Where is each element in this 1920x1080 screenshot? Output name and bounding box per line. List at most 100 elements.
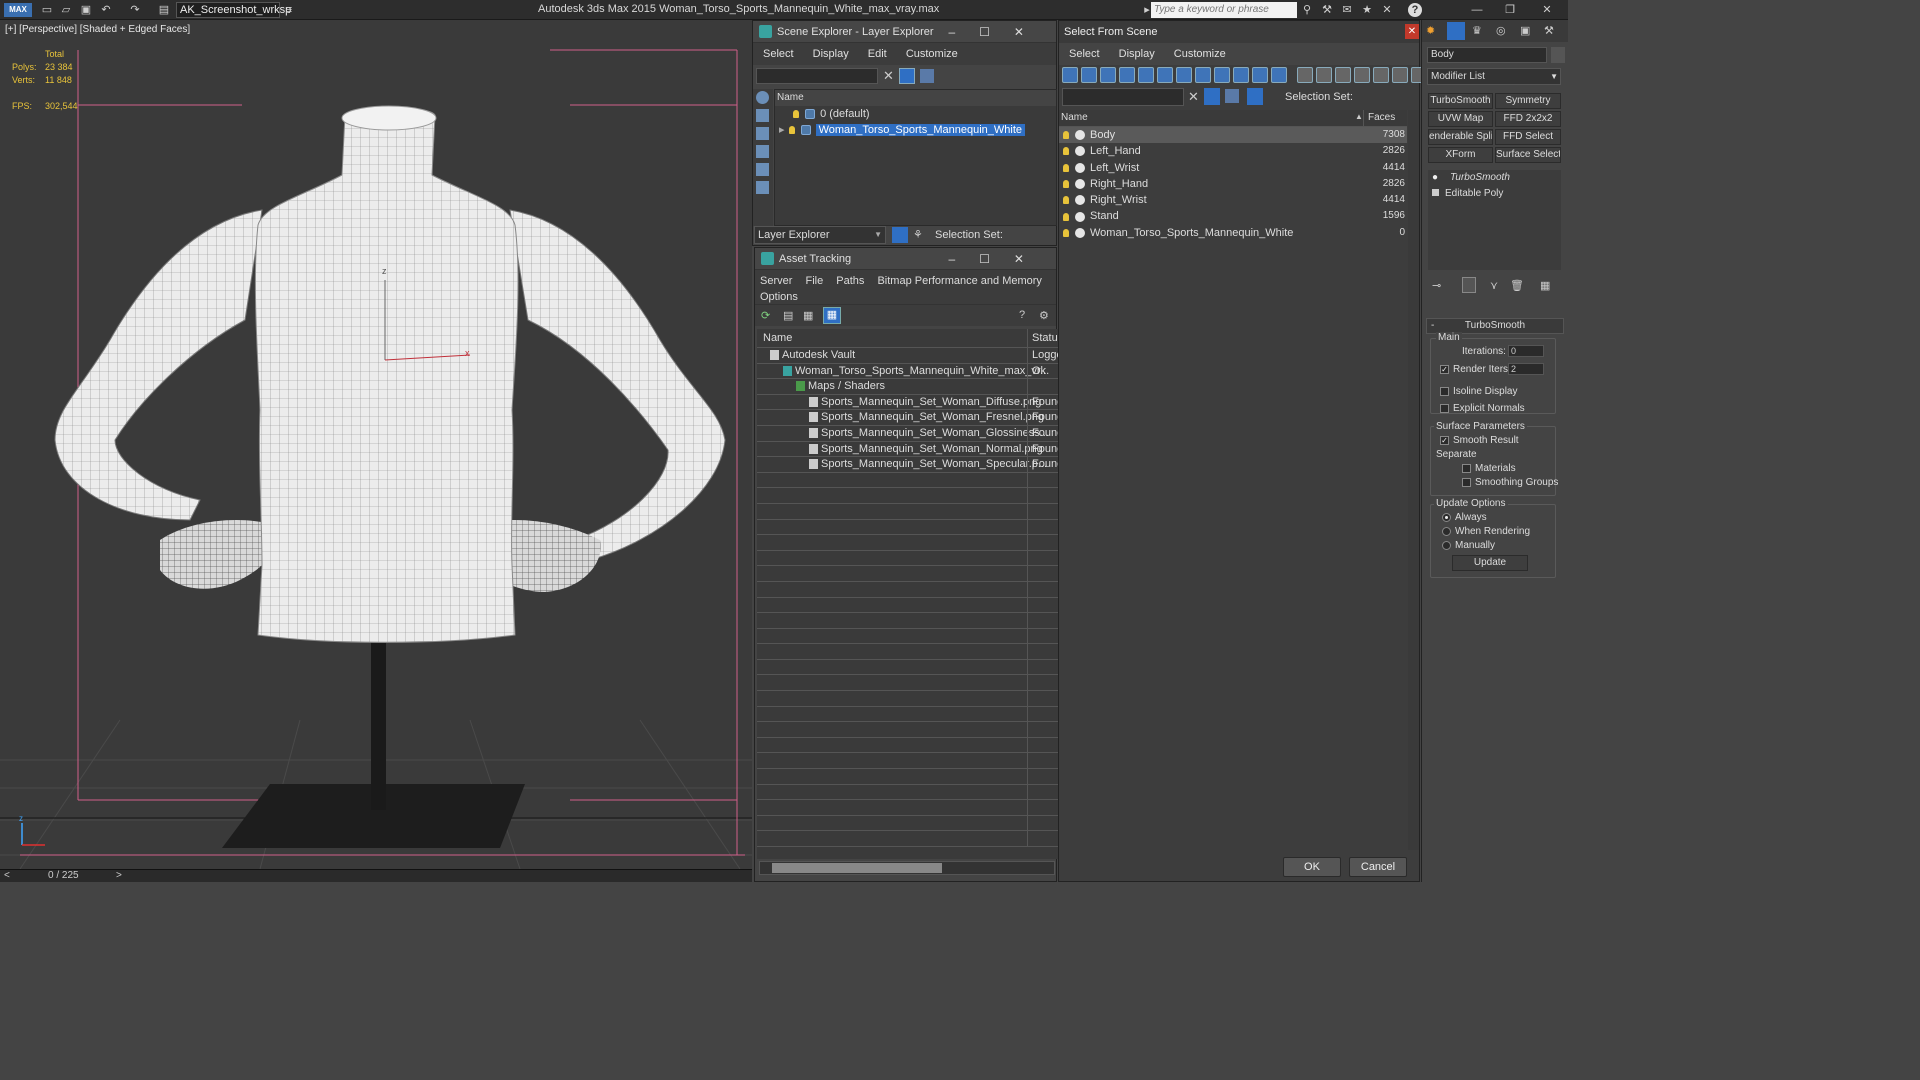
- configure-sets-icon[interactable]: ▦: [1540, 279, 1550, 292]
- binoculars-icon[interactable]: ⚲: [1300, 3, 1314, 17]
- render-iters-spinner[interactable]: 2: [1508, 363, 1544, 375]
- object-row[interactable]: Body 7308: [1059, 127, 1407, 144]
- stack-item-editable-poly[interactable]: Editable Poly: [1428, 186, 1561, 202]
- symmetry-button[interactable]: Symmetry: [1495, 93, 1561, 109]
- asset-row[interactable]: [757, 737, 1058, 754]
- workspace-menu-icon[interactable]: ≡: [282, 3, 296, 17]
- containers-filter-icon[interactable]: [1233, 67, 1249, 83]
- object-list-scrollbar[interactable]: [1408, 110, 1419, 850]
- turbosmooth-button[interactable]: TurboSmooth: [1428, 93, 1493, 109]
- asset-row[interactable]: Autodesk Vault Logge: [757, 348, 1058, 364]
- asset-row[interactable]: [757, 706, 1058, 723]
- display-spacewarps-icon[interactable]: [756, 181, 769, 194]
- ok-button[interactable]: OK: [1283, 857, 1341, 877]
- scene-explorer-titlebar[interactable]: Scene Explorer - Layer Explorer –☐✕: [753, 21, 1056, 43]
- scrollbar-thumb[interactable]: [772, 863, 942, 873]
- cancel-button[interactable]: Cancel: [1349, 857, 1407, 877]
- explicit-normals-checkbox[interactable]: [1440, 403, 1449, 413]
- utilities-tab-icon[interactable]: ⚒: [1544, 24, 1554, 37]
- asset-row[interactable]: [757, 472, 1058, 489]
- display-tab-icon[interactable]: ▣: [1520, 24, 1530, 37]
- column-name[interactable]: Name: [757, 332, 792, 344]
- exchange-icon[interactable]: ✕: [1380, 3, 1394, 17]
- time-prev-icon[interactable]: <: [4, 870, 10, 881]
- open-file-icon[interactable]: ▱: [59, 3, 73, 17]
- asset-row[interactable]: [757, 815, 1058, 832]
- thumbnail-view-icon[interactable]: ▦: [803, 309, 813, 322]
- lightbulb-icon[interactable]: [1063, 131, 1069, 140]
- lightbulb-icon[interactable]: [1063, 196, 1069, 205]
- smoothing-groups-checkbox[interactable]: [1462, 477, 1471, 487]
- filter-icon[interactable]: [899, 68, 915, 84]
- perspective-viewport[interactable]: z x z [+] [Perspective] [Shaded + Edged …: [0, 20, 752, 869]
- asset-row[interactable]: [757, 722, 1058, 738]
- display-geometry-icon[interactable]: [756, 91, 769, 104]
- layer-tree-header[interactable]: Name: [775, 90, 1056, 106]
- asset-tracking-titlebar[interactable]: Asset Tracking –☐✕: [755, 248, 1056, 270]
- renderable-spline-button[interactable]: enderable Splin: [1428, 129, 1493, 145]
- close-icon[interactable]: ✕: [1405, 24, 1419, 39]
- object-row[interactable]: Left_Hand 2826: [1059, 143, 1407, 159]
- asset-row[interactable]: [757, 581, 1058, 598]
- groups-filter-icon[interactable]: [1176, 67, 1192, 83]
- menu-options[interactable]: Options: [760, 291, 798, 303]
- modify-tab-icon[interactable]: [1447, 22, 1465, 40]
- lights-filter-icon[interactable]: [1100, 67, 1116, 83]
- column-name[interactable]: Name: [1061, 112, 1088, 123]
- menu-bitmap-performance[interactable]: Bitmap Performance and Memory: [877, 275, 1041, 287]
- object-row[interactable]: Right_Hand 2826: [1059, 176, 1407, 192]
- asset-row[interactable]: [757, 566, 1058, 582]
- menu-file[interactable]: File: [805, 275, 823, 287]
- column-faces[interactable]: Faces: [1363, 110, 1407, 126]
- asset-row[interactable]: [757, 550, 1058, 567]
- lightbulb-icon[interactable]: [1063, 212, 1069, 221]
- xrefs-filter-icon[interactable]: [1195, 67, 1211, 83]
- asset-row[interactable]: Maps / Shaders: [757, 379, 1058, 395]
- lightbulb-icon[interactable]: [1063, 163, 1069, 172]
- search-input[interactable]: Type a keyword or phrase: [1151, 2, 1297, 18]
- sort-by-layer-icon[interactable]: [892, 227, 908, 243]
- restore-icon[interactable]: ❐: [1503, 3, 1517, 17]
- asset-row[interactable]: Sports_Mannequin_Set_Woman_Specular.p...…: [757, 457, 1058, 473]
- layer-sort-icon[interactable]: [1225, 89, 1239, 103]
- asset-row[interactable]: [757, 831, 1058, 847]
- menu-display[interactable]: Display: [813, 48, 849, 60]
- menu-server[interactable]: Server: [760, 275, 792, 287]
- when-rendering-radio[interactable]: [1442, 526, 1451, 536]
- asset-row[interactable]: [757, 488, 1058, 504]
- display-cameras-icon[interactable]: [756, 145, 769, 158]
- asset-row[interactable]: [757, 628, 1058, 645]
- hidden-filter-icon[interactable]: [1271, 67, 1287, 83]
- project-folder-icon[interactable]: ▤: [157, 3, 171, 17]
- minimize-icon[interactable]: —: [1470, 3, 1484, 17]
- asset-row[interactable]: [757, 503, 1058, 520]
- lightbulb-icon[interactable]: [1063, 228, 1069, 237]
- window-controls[interactable]: –☐✕: [949, 21, 1049, 43]
- asset-row[interactable]: [757, 769, 1058, 785]
- help-icon[interactable]: ?: [1019, 309, 1025, 321]
- tools-icon[interactable]: ⚒: [1320, 3, 1334, 17]
- filter-options-filter-icon[interactable]: [1373, 67, 1389, 83]
- display-helpers-icon[interactable]: [756, 163, 769, 176]
- redo-icon[interactable]: ↷: [128, 3, 142, 17]
- pin-stack-icon[interactable]: ⊸: [1432, 279, 1441, 292]
- object-row[interactable]: Right_Wrist 4414: [1059, 192, 1407, 208]
- close-icon[interactable]: ✕: [1540, 3, 1554, 17]
- viewport-label[interactable]: [+] [Perspective] [Shaded + Edged Faces]: [5, 24, 190, 35]
- asset-row[interactable]: [757, 519, 1058, 536]
- column-status[interactable]: Status: [1027, 329, 1058, 347]
- show-end-result-icon[interactable]: [1462, 277, 1476, 293]
- expand-plus-icon[interactable]: [1432, 189, 1439, 196]
- menu-paths[interactable]: Paths: [836, 275, 864, 287]
- uvw-map-button[interactable]: UVW Map: [1428, 111, 1493, 127]
- lightbulb-icon[interactable]: [793, 110, 799, 119]
- filter-icon[interactable]: [1204, 88, 1220, 105]
- iterations-spinner[interactable]: 0: [1508, 345, 1544, 357]
- asset-horizontal-scrollbar[interactable]: [759, 861, 1055, 875]
- menu-customize[interactable]: Customize: [906, 48, 958, 60]
- asset-row[interactable]: [757, 675, 1058, 692]
- asset-row[interactable]: [757, 753, 1058, 770]
- undo-icon[interactable]: ↶: [99, 3, 113, 17]
- select-from-scene-titlebar[interactable]: Select From Scene ✕: [1059, 21, 1419, 43]
- layer-row-mannequin[interactable]: ▸ Woman_Torso_Sports_Mannequin_White: [775, 122, 1056, 138]
